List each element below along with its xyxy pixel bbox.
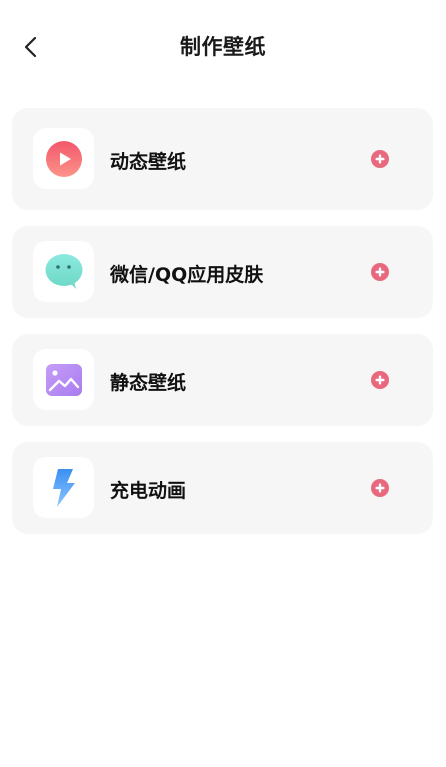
card-label: 静态壁纸: [110, 372, 187, 394]
add-button[interactable]: [371, 150, 389, 168]
card-icon-container: [33, 457, 94, 518]
add-button[interactable]: [371, 263, 389, 281]
plus-circle-icon[interactable]: [371, 371, 389, 389]
plus-circle-icon[interactable]: [371, 150, 389, 168]
lightning-icon: [52, 468, 75, 507]
card-icon-container: [33, 128, 94, 189]
card-static-wallpaper[interactable]: 静态壁纸: [12, 334, 433, 426]
chat-bubble-icon: [45, 253, 82, 289]
add-button[interactable]: [371, 371, 389, 389]
card-label: 充电动画: [110, 480, 187, 502]
plus-circle-icon[interactable]: [371, 263, 389, 281]
card-dynamic-wallpaper[interactable]: 动态壁纸: [12, 108, 433, 210]
plus-circle-icon[interactable]: [371, 479, 389, 497]
card-icon-container: [33, 241, 94, 302]
card-wechat-qq-skin[interactable]: 微信/QQ应用皮肤: [12, 226, 433, 318]
card-label: 动态壁纸: [110, 151, 187, 173]
card-label: 微信/QQ应用皮肤: [110, 264, 264, 286]
add-button[interactable]: [371, 479, 389, 497]
card-icon-container: [33, 349, 94, 410]
page-title: 制作壁纸: [180, 35, 266, 59]
image-icon: [45, 363, 82, 396]
make-wallpaper-page: 制作壁纸 动态壁纸 微信/QQ应用皮肤 静态壁纸 充电动画: [0, 0, 446, 767]
header: 制作壁纸: [0, 0, 446, 92]
card-charging-animation[interactable]: 充电动画: [12, 442, 433, 534]
play-circle-icon: [45, 140, 82, 177]
